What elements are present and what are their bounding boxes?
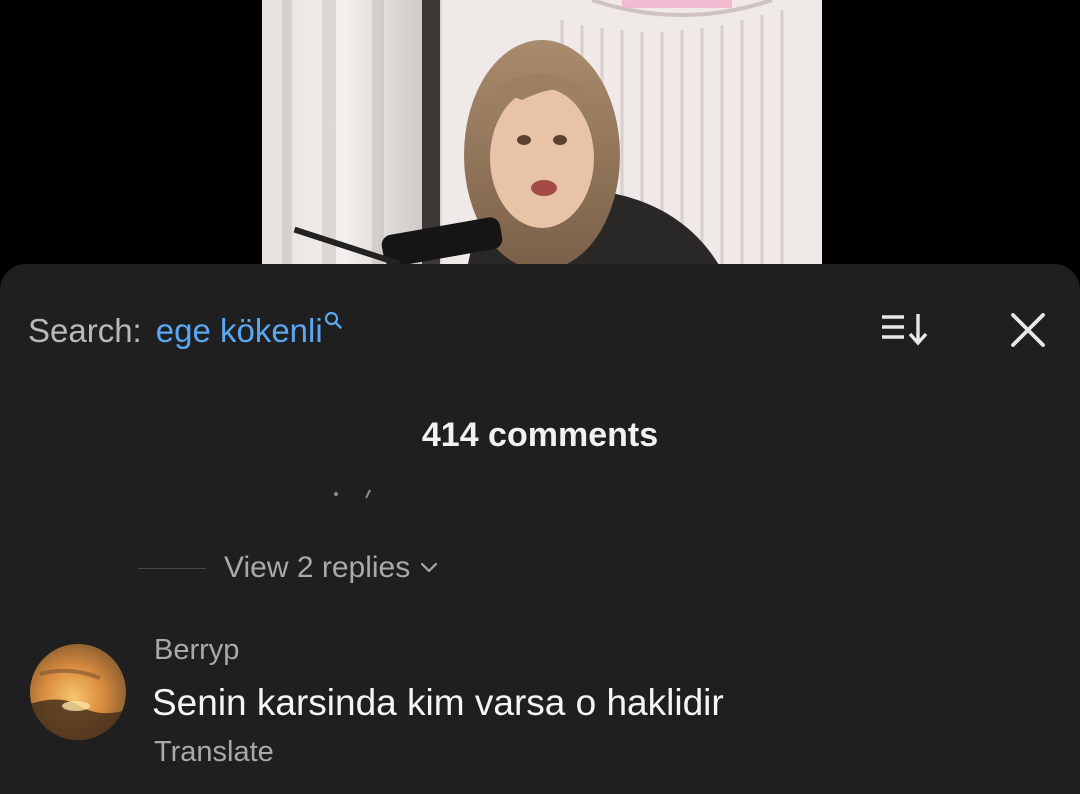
comment-search-bar[interactable]: Search: ege kökenli xyxy=(28,311,342,352)
video-player[interactable] xyxy=(262,0,822,270)
app-screen: Search: ege kökenli 414 comments View 2 … xyxy=(0,0,1080,794)
comment-count: 414 comments xyxy=(421,416,659,454)
view-replies-button[interactable]: View 2 replies xyxy=(224,551,438,585)
chevron-down-icon xyxy=(421,562,438,573)
comments-panel: Search: ege kökenli 414 comments View 2 … xyxy=(0,264,1080,794)
thread-divider xyxy=(138,567,206,569)
search-query[interactable]: ege kökenli xyxy=(156,312,323,350)
comment-text: Senin karsinda kim varsa o haklidir xyxy=(152,682,724,723)
translate-button[interactable]: Translate xyxy=(154,736,274,769)
comment-author[interactable]: Berryp xyxy=(154,634,239,667)
truncated-dots xyxy=(334,489,371,499)
search-label: Search: xyxy=(28,312,142,349)
sort-icon[interactable] xyxy=(880,312,930,348)
view-replies-label: View 2 replies xyxy=(224,551,411,584)
avatar[interactable] xyxy=(30,644,126,740)
video-frame xyxy=(262,0,822,270)
replies-toggle-row: View 2 replies xyxy=(138,548,438,588)
avatar-image xyxy=(30,644,126,740)
search-icon[interactable] xyxy=(324,311,342,329)
close-icon[interactable] xyxy=(1008,310,1048,350)
